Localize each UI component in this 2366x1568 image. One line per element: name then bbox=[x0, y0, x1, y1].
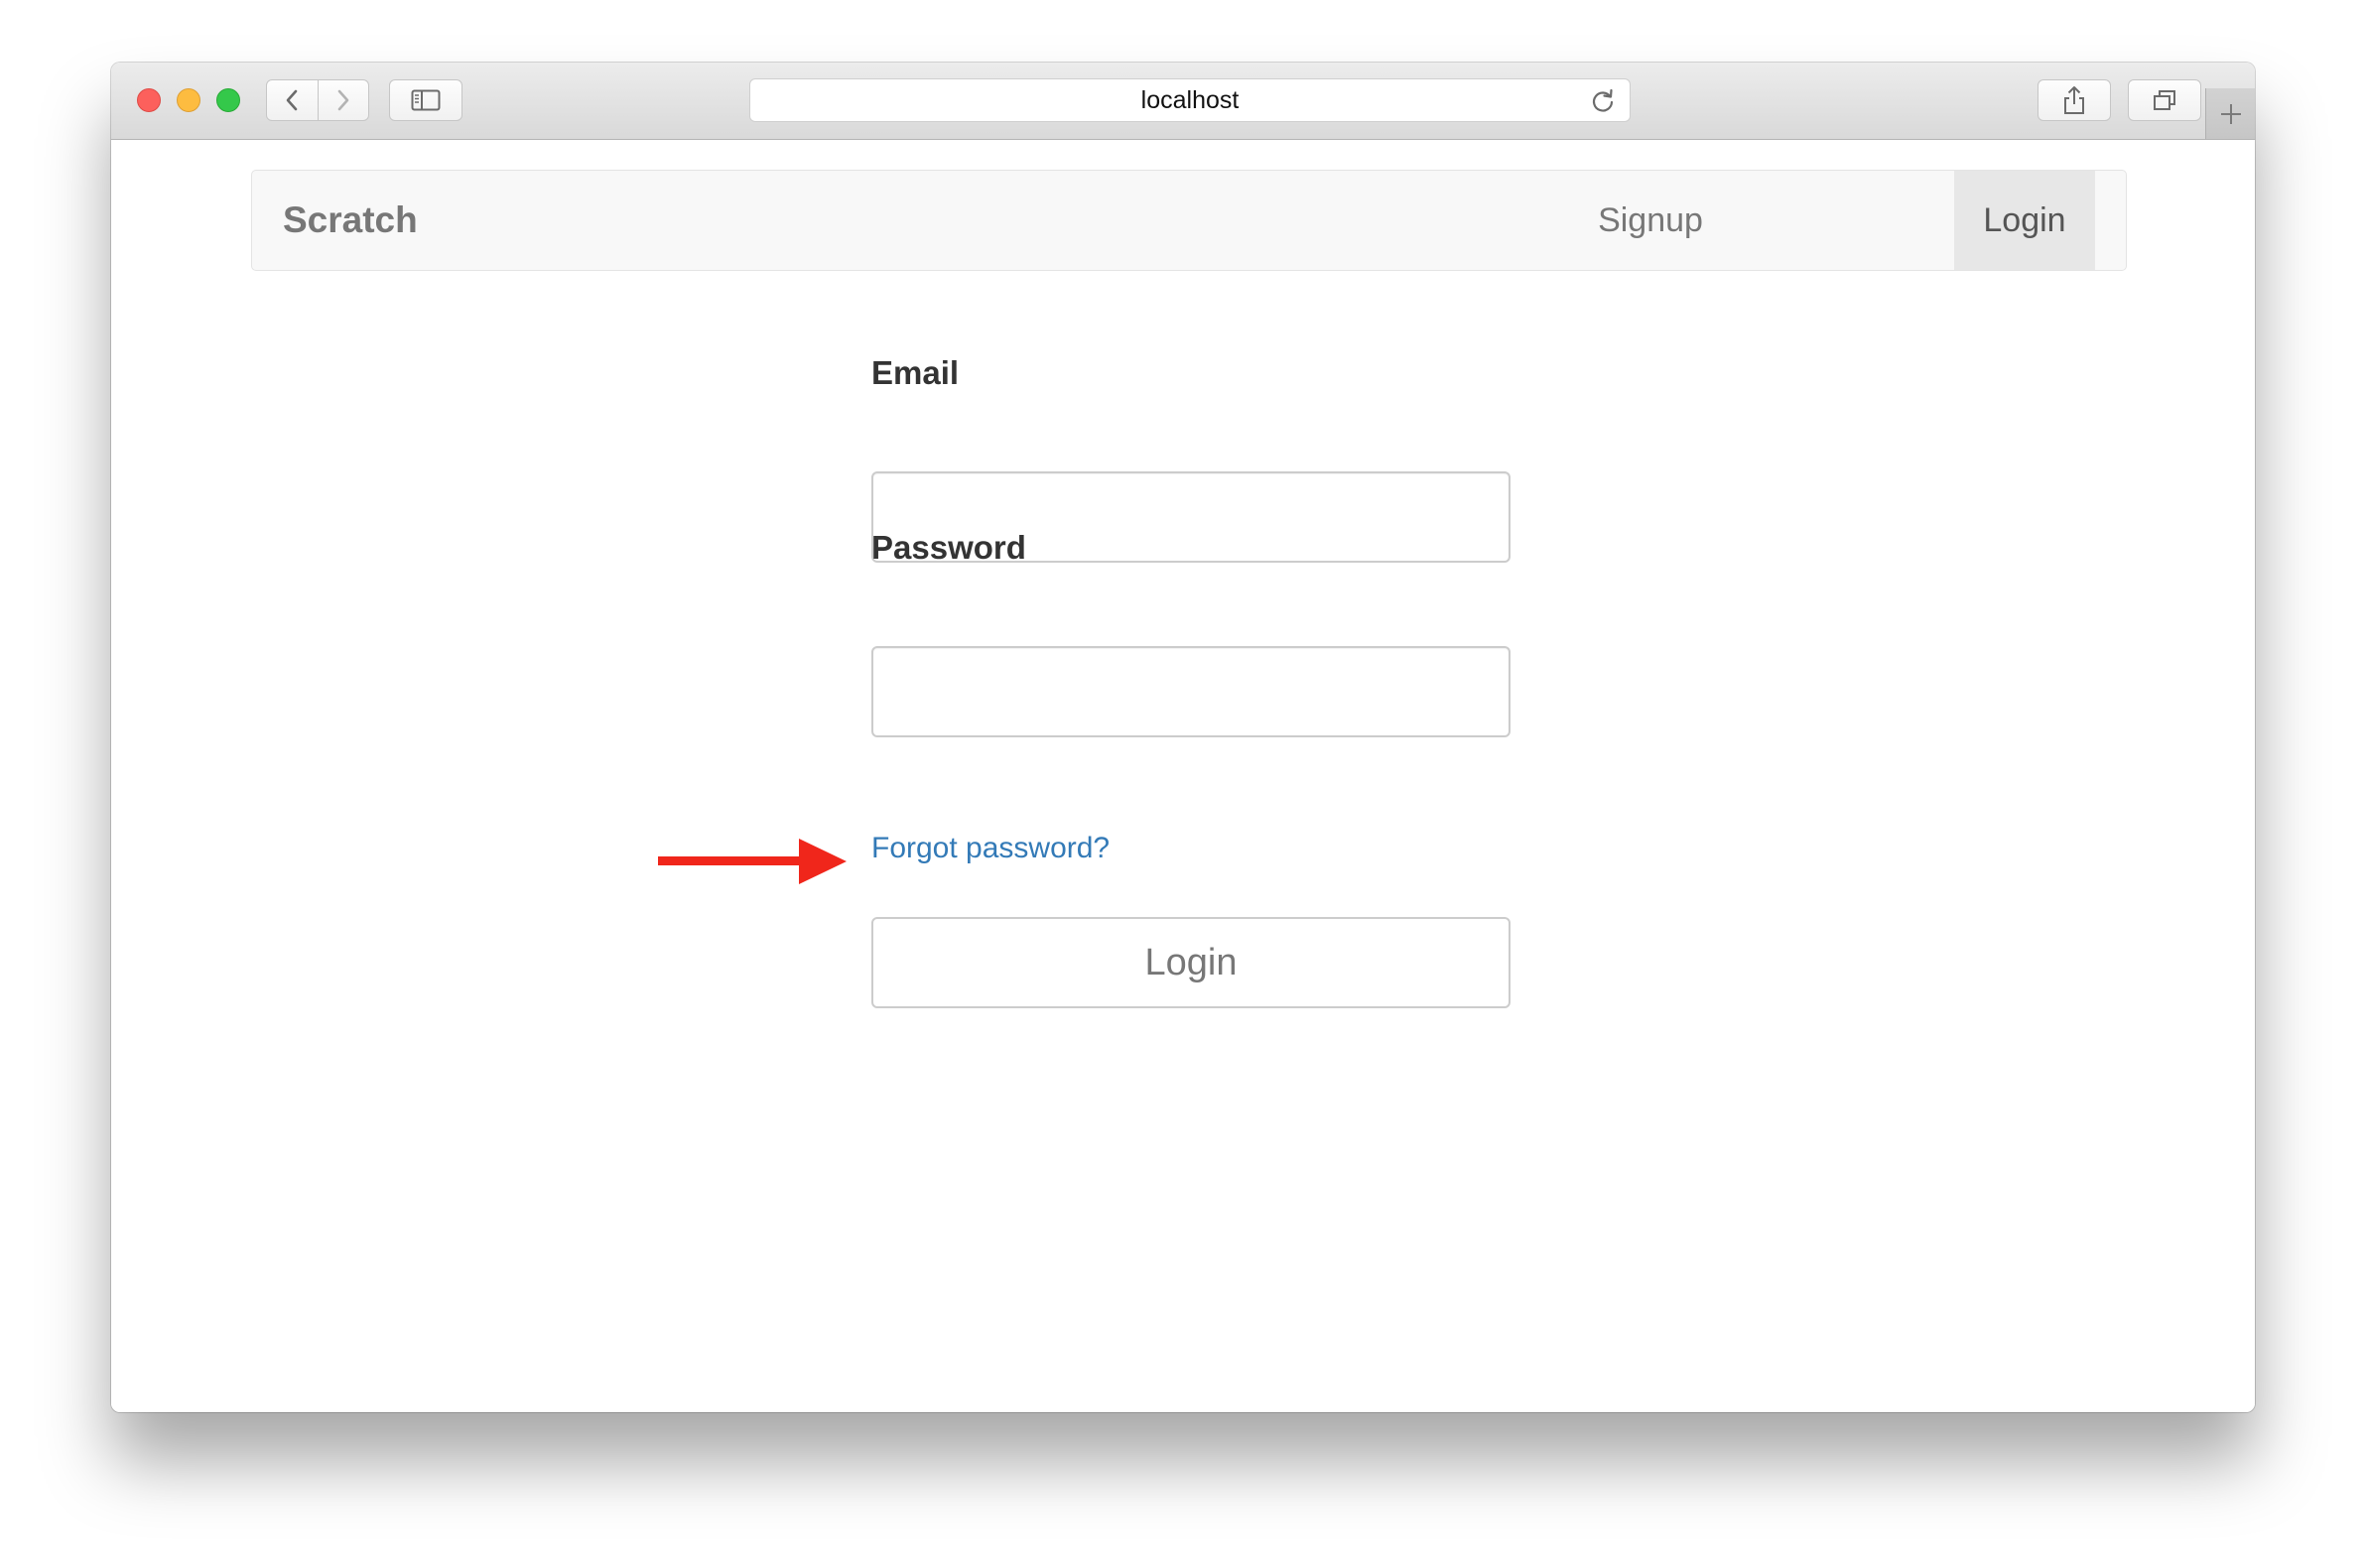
password-field[interactable] bbox=[871, 646, 1511, 737]
sidebar-icon bbox=[411, 89, 441, 111]
share-button[interactable] bbox=[2037, 79, 2111, 121]
browser-window: localhost Scratch Signup Login Email Pas… bbox=[111, 63, 2255, 1412]
back-button[interactable] bbox=[267, 80, 318, 120]
show-tabs-button[interactable] bbox=[2128, 79, 2201, 121]
plus-icon bbox=[2220, 103, 2241, 124]
password-label: Password bbox=[871, 529, 1026, 566]
login-button[interactable]: Login bbox=[871, 917, 1511, 1008]
back-chevron-icon bbox=[286, 89, 298, 111]
close-window-button[interactable] bbox=[137, 88, 161, 112]
new-tab-button[interactable] bbox=[2205, 88, 2255, 139]
nav-signup-link[interactable]: Signup bbox=[1594, 171, 1707, 270]
minimize-window-button[interactable] bbox=[177, 88, 200, 112]
tabs-icon bbox=[2154, 90, 2175, 110]
page-content: Scratch Signup Login Email Password Forg… bbox=[111, 140, 2255, 1412]
reload-icon[interactable] bbox=[1590, 88, 1616, 114]
nav-login-link[interactable]: Login bbox=[1954, 171, 2095, 270]
forward-button[interactable] bbox=[317, 80, 369, 120]
arrow-annotation-icon bbox=[658, 839, 847, 884]
brand-link[interactable]: Scratch bbox=[283, 171, 418, 270]
forward-chevron-icon bbox=[337, 89, 349, 111]
email-label: Email bbox=[871, 354, 960, 391]
maximize-window-button[interactable] bbox=[216, 88, 240, 112]
app-navbar: Scratch Signup Login bbox=[251, 170, 2127, 271]
share-icon bbox=[2064, 86, 2084, 114]
address-url: localhost bbox=[1140, 85, 1240, 114]
browser-toolbar: localhost bbox=[111, 63, 2255, 140]
forgot-password-link[interactable]: Forgot password? bbox=[871, 832, 1110, 865]
address-bar[interactable]: localhost bbox=[749, 78, 1631, 122]
history-nav-group bbox=[266, 79, 369, 121]
sidebar-toggle-button[interactable] bbox=[389, 79, 462, 121]
